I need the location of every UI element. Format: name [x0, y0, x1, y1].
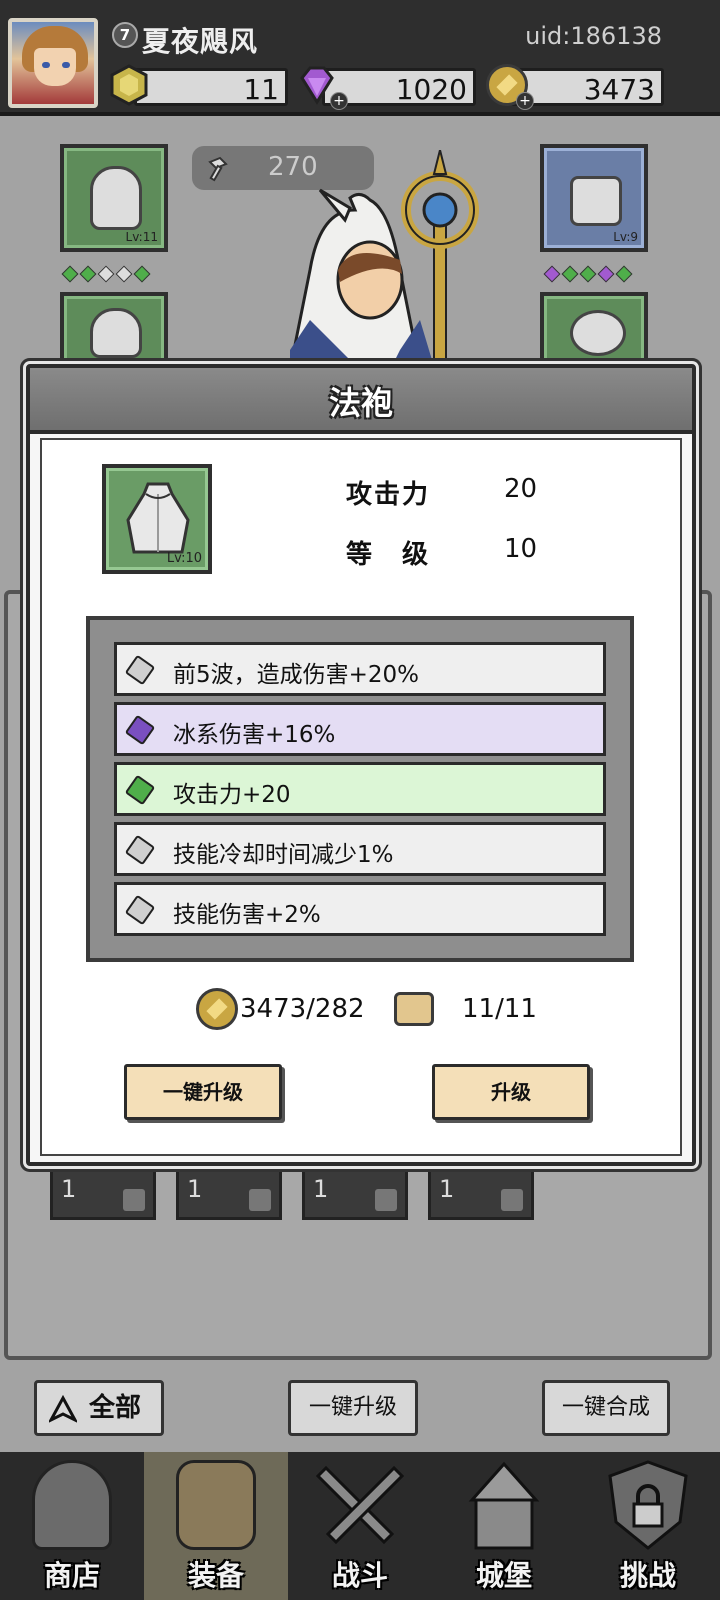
armor-slot[interactable] — [60, 292, 168, 372]
modal-upgrade-button[interactable]: 升级 — [432, 1064, 590, 1120]
nav-shop-label: 商店 — [43, 1559, 100, 1592]
item-preview: Lv:10 — [102, 464, 212, 574]
energy-value: 11 — [243, 73, 279, 106]
hammer-icon — [123, 1189, 145, 1211]
affix-panel: 前5波，造成伤害+20% 冰系伤害+16% 攻击力+20 技能冷却时间减少1% … — [86, 616, 634, 962]
filter-all-label: 全部 — [89, 1393, 142, 1423]
merge-all-button[interactable]: 一键合成 — [542, 1380, 670, 1436]
energy-hexagon-icon — [110, 64, 148, 106]
player-avatar[interactable] — [8, 18, 98, 108]
gold-coin-icon — [196, 988, 238, 1030]
nav-battle[interactable]: 战斗 — [288, 1452, 432, 1600]
purple-gem-icon — [124, 714, 156, 746]
affix-row: 前5波，造成伤害+20% — [114, 642, 606, 696]
item-level: Lv:10 — [166, 551, 202, 566]
add-gems-button[interactable]: + — [330, 92, 348, 110]
filter-all-button[interactable]: 全部 — [34, 1380, 164, 1436]
upgrade-all-button[interactable]: 一键升级 — [288, 1380, 418, 1436]
nav-challenge-label: 挑战 — [619, 1559, 676, 1592]
nav-castle-label: 城堡 — [475, 1559, 532, 1592]
inventory-item-count: 1 — [61, 1175, 77, 1203]
robe-icon — [90, 308, 142, 358]
backpack-icon — [176, 1460, 256, 1550]
bottom-nav: 商店 装备 战斗 城堡 挑战 — [0, 1452, 720, 1600]
gold-value: 3473 — [583, 73, 655, 106]
player-name: 夏夜飓风 — [142, 25, 259, 58]
ring-icon — [570, 310, 626, 356]
chat-icon — [501, 1189, 523, 1211]
attack-value: 20 — [504, 474, 538, 504]
robe-icon — [126, 482, 190, 554]
affix-text: 技能冷却时间减少1% — [173, 842, 394, 868]
hood-icon — [90, 166, 142, 230]
hero-mage-character — [288, 150, 479, 370]
top-bar: 7 夏夜飓风 uid:186138 11 1020 + 3473 + — [0, 0, 720, 116]
modal-body: Lv:10 攻击力 20 等 级 10 前5波，造成伤害+20% 冰系伤害+16… — [40, 438, 682, 1156]
weapon-level: Lv:9 — [613, 230, 638, 244]
crossed-swords-icon — [315, 1465, 405, 1545]
helmet-level: Lv:11 — [125, 230, 158, 244]
weapon-quality-diamonds — [543, 265, 633, 283]
level-label: 等 级 — [346, 540, 431, 570]
scroll-icon — [394, 992, 434, 1026]
player-level-badge: 7 — [112, 22, 138, 48]
modal-upgrade-all-button[interactable]: 一键升级 — [124, 1064, 282, 1120]
chat-icon — [375, 1189, 397, 1211]
gold-cost: 3473/282 — [240, 994, 365, 1024]
castle-icon — [468, 1461, 540, 1550]
nav-equipment[interactable]: 装备 — [144, 1452, 288, 1600]
nav-shop[interactable]: 商店 — [0, 1452, 144, 1600]
energy-counter: 11 — [134, 68, 288, 106]
affix-text: 冰系伤害+16% — [173, 722, 336, 748]
affix-row: 攻击力+20 — [114, 762, 606, 816]
helmet-quality-diamonds — [61, 265, 151, 283]
nav-challenge[interactable]: 挑战 — [576, 1452, 720, 1600]
inventory-item-count: 1 — [187, 1175, 203, 1203]
white-gem-icon — [124, 654, 156, 686]
triangle-filter-icon — [49, 1395, 77, 1423]
add-gold-button[interactable]: + — [516, 92, 534, 110]
shop-tent-icon — [32, 1460, 112, 1550]
inventory-item-count: 1 — [313, 1175, 329, 1203]
helmet-slot[interactable]: Lv:11 — [60, 144, 168, 252]
affix-row: 冰系伤害+16% — [114, 702, 606, 756]
nav-battle-label: 战斗 — [331, 1559, 388, 1592]
bone-weapon-icon — [570, 176, 622, 226]
nav-equipment-label: 装备 — [187, 1559, 244, 1592]
gem-value: 1020 — [395, 73, 467, 106]
weapon-slot[interactable]: Lv:9 — [540, 144, 648, 252]
ring-slot[interactable] — [540, 292, 648, 372]
hammer-icon — [249, 1189, 271, 1211]
item-detail-modal: 法袍 Lv:10 攻击力 20 等 级 10 前5波，造成伤害+20% 冰系伤害… — [26, 364, 696, 1166]
hammer-icon — [208, 156, 228, 182]
green-gem-icon — [124, 774, 156, 806]
white-gem-icon — [124, 834, 156, 866]
locked-shield-icon — [608, 1460, 688, 1550]
affix-text: 前5波，造成伤害+20% — [173, 662, 420, 688]
nav-castle[interactable]: 城堡 — [432, 1452, 576, 1600]
affix-text: 技能伤害+2% — [173, 902, 321, 928]
affix-row: 技能伤害+2% — [114, 882, 606, 936]
affix-row: 技能冷却时间减少1% — [114, 822, 606, 876]
attack-label: 攻击力 — [346, 480, 431, 510]
modal-title-bar: 法袍 — [30, 368, 692, 434]
white-gem-icon — [124, 894, 156, 926]
modal-title: 法袍 — [328, 384, 393, 422]
affix-text: 攻击力+20 — [173, 782, 291, 808]
inventory-item-count: 1 — [439, 1175, 455, 1203]
level-value: 10 — [504, 534, 538, 564]
scroll-cost: 11/11 — [462, 994, 537, 1024]
player-uid: uid:186138 — [525, 22, 662, 50]
